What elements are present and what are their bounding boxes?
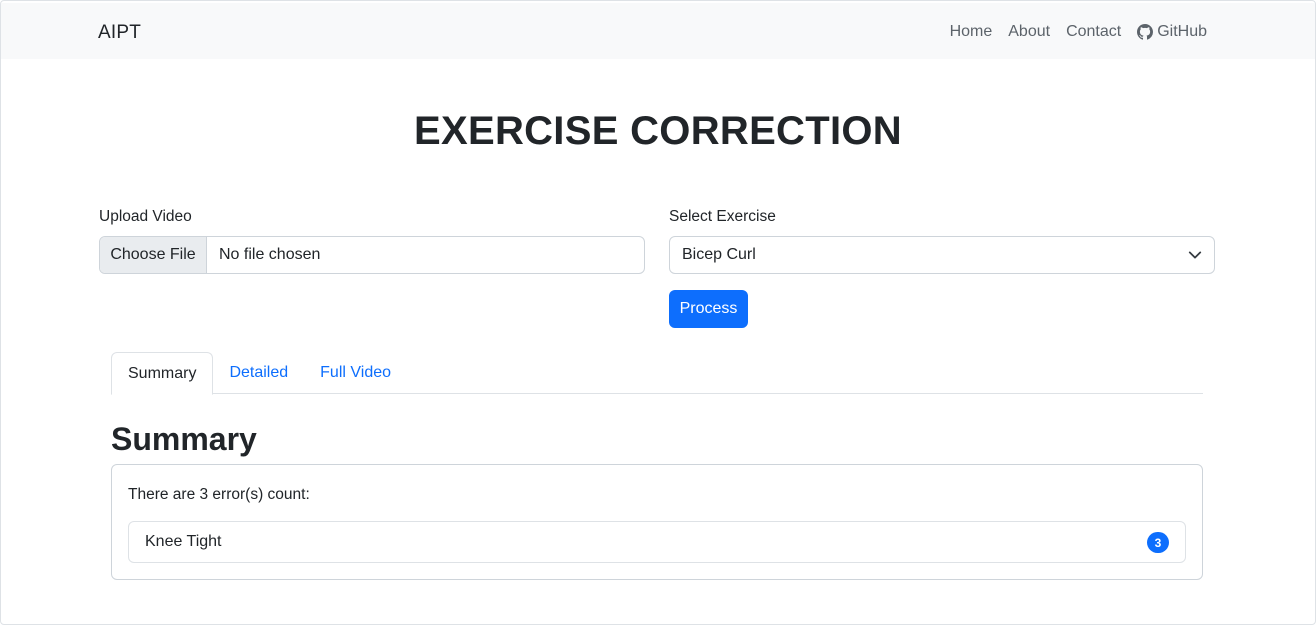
nav-links: Home About Contact GitHub [950, 23, 1207, 41]
exercise-select[interactable]: Bicep Curl [669, 236, 1215, 274]
result-tabs: Summary Detailed Full Video [111, 352, 1203, 395]
nav-link-github-label: GitHub [1157, 23, 1207, 40]
summary-card: There are 3 error(s) count: Knee Tight 3 [111, 464, 1203, 580]
app-window: AIPT Home About Contact GitHub EXERCISE … [0, 0, 1316, 625]
nav-link-contact[interactable]: Contact [1066, 23, 1121, 41]
exercise-select-value: Bicep Curl [682, 246, 756, 263]
tab-full-video[interactable]: Full Video [304, 352, 407, 394]
list-item: Knee Tight 3 [128, 521, 1186, 563]
process-button[interactable]: Process [669, 290, 748, 328]
brand-logo[interactable]: AIPT [98, 22, 141, 44]
error-label: Knee Tight [145, 533, 222, 550]
summary-text: There are 3 error(s) count: [128, 486, 310, 503]
upload-video-label: Upload Video [99, 208, 192, 225]
nav-link-github[interactable]: GitHub [1137, 23, 1207, 41]
summary-heading: Summary [111, 421, 257, 457]
count-badge: 3 [1147, 532, 1169, 553]
navbar: AIPT Home About Contact GitHub [1, 3, 1315, 59]
file-status-text: No file chosen [219, 246, 321, 263]
tab-detailed[interactable]: Detailed [213, 352, 304, 394]
chevron-down-icon [1188, 251, 1202, 259]
github-icon [1137, 24, 1154, 40]
nav-link-home[interactable]: Home [950, 23, 993, 41]
choose-file-button[interactable]: Choose File [100, 237, 207, 273]
upload-video-input[interactable]: Choose File No file chosen [99, 236, 645, 274]
tab-summary[interactable]: Summary [111, 352, 214, 395]
nav-link-about[interactable]: About [1008, 23, 1050, 41]
page-title: EXERCISE CORRECTION [414, 109, 902, 153]
select-exercise-label: Select Exercise [669, 208, 776, 225]
